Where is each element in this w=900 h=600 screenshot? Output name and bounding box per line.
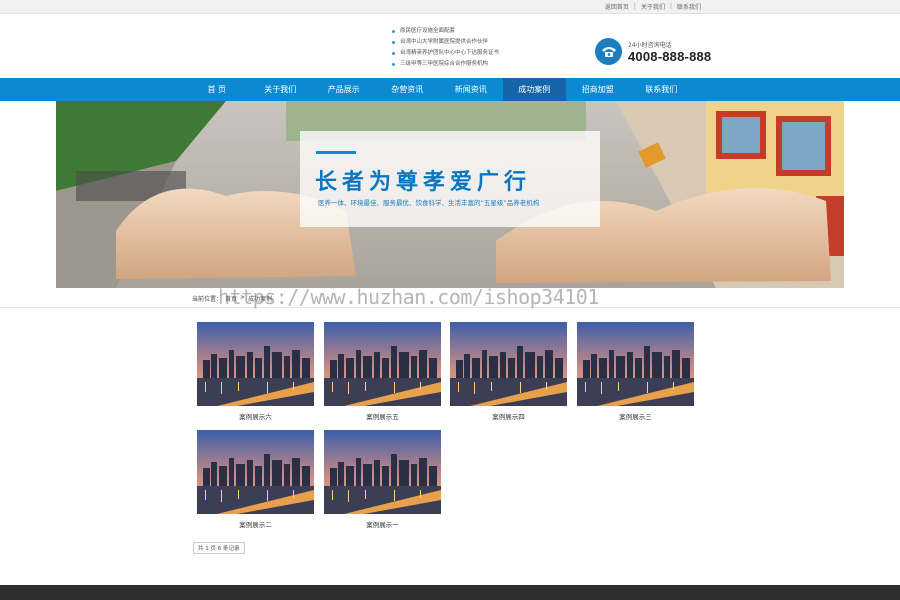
case-image[interactable]	[197, 430, 314, 514]
breadcrumb-bar: 当前位置： 首页 > 成功案例 https://www.huzhan.com/i…	[0, 285, 900, 309]
city-skyline-image[interactable]	[197, 322, 314, 406]
city-skyline-image[interactable]	[324, 430, 441, 514]
bullet-icon	[392, 63, 395, 66]
site-header: 原民医疗设施全面配套 台湾中山大学附属医院提供合作伙伴 台湾精英养护团队中心中心…	[0, 14, 900, 78]
accent-line	[316, 151, 356, 154]
city-skyline-image[interactable]	[577, 322, 694, 406]
case-card[interactable]: 案例展示一	[324, 430, 441, 529]
hotline-number: 4008-888-888	[628, 48, 712, 64]
case-image[interactable]	[324, 322, 441, 406]
feature-item: 三级甲等三甲医院综合合作服务机构	[392, 59, 499, 70]
case-caption[interactable]: 案例展示五	[324, 411, 441, 421]
city-skyline-image[interactable]	[197, 430, 314, 514]
case-card[interactable]: 案例展示六	[197, 322, 314, 421]
case-card[interactable]: 案例展示五	[324, 322, 441, 421]
case-image[interactable]	[197, 322, 314, 406]
watermark-text: https://www.huzhan.com/ishop34101	[218, 285, 599, 309]
top-utility-bar: 返回首页 | 关于我们 | 联系我们	[0, 0, 900, 14]
nav-item-news[interactable]: 新闻资讯	[439, 78, 503, 101]
case-image[interactable]	[450, 322, 567, 406]
bullet-icon	[392, 30, 395, 33]
case-caption[interactable]: 案例展示三	[577, 411, 694, 421]
top-link-about[interactable]: 关于我们	[636, 2, 670, 11]
case-caption[interactable]: 案例展示六	[197, 411, 314, 421]
top-link-contact[interactable]: 联系我们	[672, 2, 706, 11]
nav-item-contact[interactable]: 联系我们	[630, 78, 694, 101]
banner-title: 长者为尊孝爱广行	[315, 170, 532, 195]
hero-banner: 长者为尊孝爱广行 医养一体、环境最佳、服务最优、饮食科学、生活丰富的“五星级”品…	[56, 101, 844, 288]
pagination-info: 共 1 页 6 条记录	[193, 542, 245, 554]
case-card[interactable]: 案例展示二	[197, 430, 314, 529]
bullet-icon	[392, 52, 395, 55]
bullet-icon	[392, 41, 395, 44]
site-footer	[0, 585, 900, 600]
case-caption[interactable]: 案例展示二	[197, 519, 314, 529]
hotline-label: 24小时咨询电话	[628, 41, 672, 49]
case-card[interactable]: 案例展示三	[577, 322, 694, 421]
nav-item-cases[interactable]: 成功案例	[502, 78, 566, 101]
feature-item: 台湾中山大学附属医院提供合作伙伴	[392, 37, 499, 48]
feature-list: 原民医疗设施全面配套 台湾中山大学附属医院提供合作伙伴 台湾精英养护团队中心中心…	[392, 26, 499, 70]
case-caption[interactable]: 案例展示一	[324, 519, 441, 529]
city-skyline-image[interactable]	[450, 322, 567, 406]
nav-item-home[interactable]: 首 页	[185, 78, 249, 101]
feature-item: 台湾精英养护团队中心中心下达服务证书	[392, 48, 499, 59]
nav-item-products[interactable]: 产品展示	[312, 78, 376, 101]
top-link-home[interactable]: 返回首页	[600, 2, 634, 11]
city-skyline-image[interactable]	[324, 322, 441, 406]
feature-item: 原民医疗设施全面配套	[392, 26, 499, 37]
case-image[interactable]	[577, 322, 694, 406]
main-nav: 首 页 关于我们 产品展示 杂营资讯 新闻资讯 成功案例 招商加盟 联系我们	[0, 78, 900, 101]
case-image[interactable]	[324, 430, 441, 514]
case-card[interactable]: 案例展示四	[450, 322, 567, 421]
hotline-box: 24小时咨询电话 4008-888-888	[595, 38, 711, 65]
phone-icon	[595, 38, 622, 65]
nav-item-about[interactable]: 关于我们	[249, 78, 313, 101]
case-caption[interactable]: 案例展示四	[450, 411, 567, 421]
nav-item-franchise[interactable]: 招商加盟	[566, 78, 630, 101]
nav-item-operations[interactable]: 杂营资讯	[376, 78, 440, 101]
banner-caption: 长者为尊孝爱广行 医养一体、环境最佳、服务最优、饮食科学、生活丰富的“五星级”品…	[300, 131, 600, 227]
banner-subtitle: 医养一体、环境最佳、服务最优、饮食科学、生活丰富的“五星级”品养老机构	[318, 199, 540, 207]
